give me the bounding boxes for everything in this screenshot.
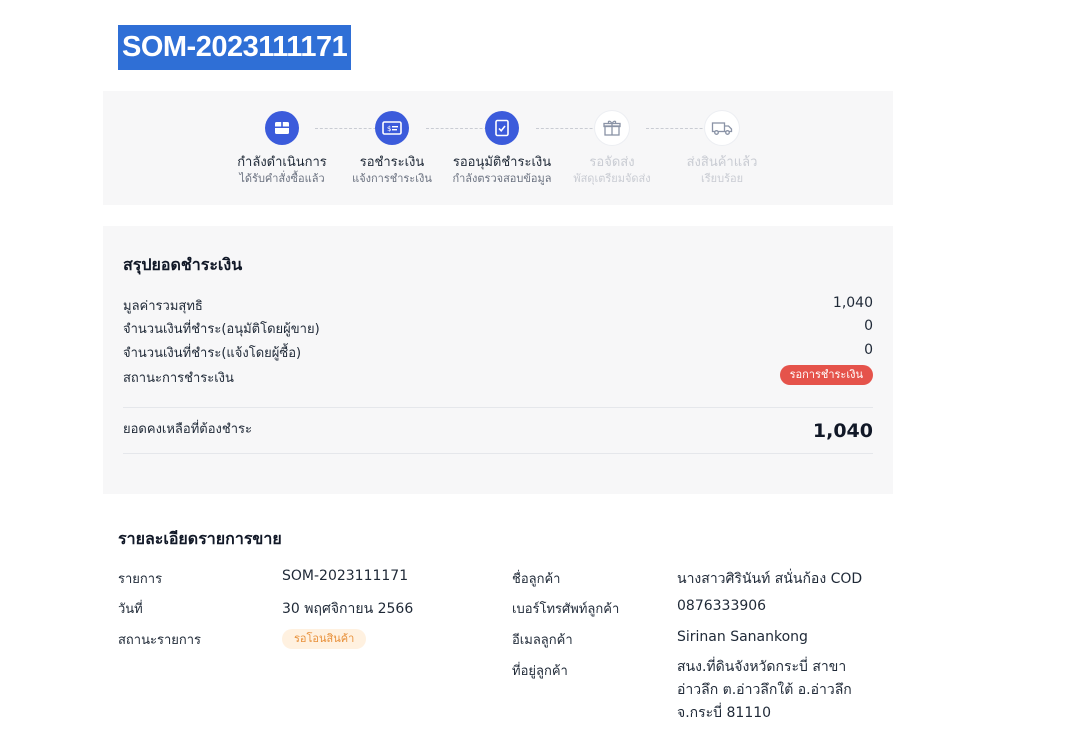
summary-row-net-total: มูลค่ารวมสุทธิ 1,040 bbox=[123, 293, 873, 315]
date-value: 30 พฤศจิกายน 2566 bbox=[282, 601, 414, 617]
summary-row-label: จำนวนเงินที่ชำระ(แจ้งโดยผู้ซื้อ) bbox=[123, 346, 302, 361]
summary-row-paid-buyer-reported: จำนวนเงินที่ชำระ(แจ้งโดยผู้ซื้อ) 0 bbox=[123, 340, 873, 362]
sales-details-title: รายละเอียดรายการขาย bbox=[118, 529, 282, 548]
balance-due-value: 1,040 bbox=[812, 420, 873, 442]
customer-name-label: ชื่อลูกค้า bbox=[512, 572, 561, 587]
summary-row-value: 1,040 bbox=[832, 295, 873, 311]
payment-card-icon: $ bbox=[375, 111, 409, 145]
order-progress-stepper: กำลังดำเนินการ ได้รับคำสั่งซื้อแล้ว $ รอ… bbox=[103, 91, 893, 205]
summary-row-value: 0 bbox=[864, 342, 873, 358]
divider bbox=[123, 407, 873, 408]
step-shipped: ส่งสินค้าแล้ว เรียบร้อย bbox=[657, 111, 787, 186]
svg-text:$: $ bbox=[387, 125, 391, 133]
customer-email-label: อีเมลลูกค้า bbox=[512, 633, 573, 648]
summary-row-value: 0 bbox=[864, 318, 873, 334]
divider bbox=[123, 453, 873, 454]
balance-due-label: ยอดคงเหลือที่ต้องชำระ bbox=[123, 422, 252, 437]
item-label: รายการ bbox=[118, 572, 163, 587]
summary-row-label: มูลค่ารวมสุทธิ bbox=[123, 299, 203, 314]
customer-address-label: ที่อยู่ลูกค้า bbox=[512, 664, 568, 679]
customer-phone-label: เบอร์โทรศัพท์ลูกค้า bbox=[512, 602, 620, 617]
summary-row-label: จำนวนเงินที่ชำระ(อนุมัติโดยผู้ขาย) bbox=[123, 322, 320, 337]
gift-box-icon bbox=[595, 111, 629, 145]
order-number-title: SOM-2023111171 bbox=[118, 25, 352, 70]
summary-row-payment-status: สถานะการชำระเงิน รอการชำระเงิน bbox=[123, 365, 873, 387]
customer-address-value: สนง.ที่ดินจังหวัดกระบี่ สาขา อ่าวลึก ต.อ… bbox=[677, 659, 852, 721]
payment-summary-panel: สรุปยอดชำระเงิน มูลค่ารวมสุทธิ 1,040 จำน… bbox=[103, 226, 893, 494]
order-status-badge: รอโอนสินค้า bbox=[282, 629, 367, 649]
payment-status-badge: รอการชำระเงิน bbox=[779, 365, 873, 385]
box-icon bbox=[265, 111, 299, 145]
item-value: SOM-2023111171 bbox=[282, 568, 409, 584]
customer-name-value: นางสาวศิรินันท์ สนั่นก้อง COD bbox=[677, 571, 863, 587]
summary-row-label: สถานะการชำระเงิน bbox=[123, 371, 234, 386]
customer-email-value: Sirinan Sanankong bbox=[677, 629, 808, 645]
truck-icon bbox=[705, 111, 739, 145]
payment-summary-title: สรุปยอดชำระเงิน bbox=[123, 255, 243, 274]
summary-row-paid-seller-approved: จำนวนเงินที่ชำระ(อนุมัติโดยผู้ขาย) 0 bbox=[123, 316, 873, 338]
document-check-icon bbox=[485, 111, 519, 145]
order-status-label: สถานะรายการ bbox=[118, 633, 202, 648]
date-label: วันที่ bbox=[118, 602, 143, 617]
customer-phone-value: 0876333906 bbox=[677, 598, 767, 614]
